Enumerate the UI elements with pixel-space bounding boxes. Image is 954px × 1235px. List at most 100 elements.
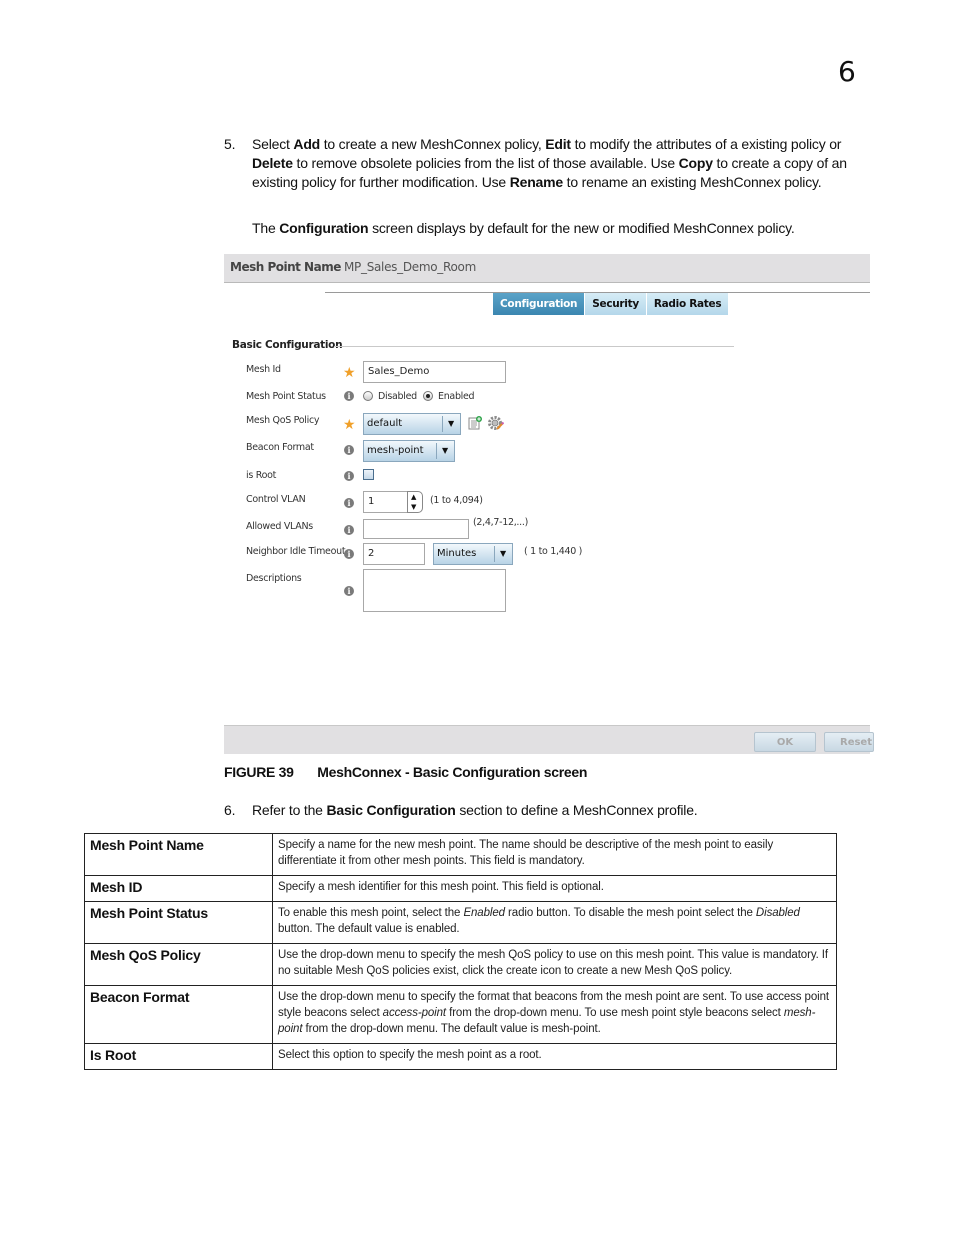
text-run: from the drop-down menu. The default val… [302,1023,601,1035]
table-row: Mesh QoS Policy Use the drop-down menu to… [84,943,837,986]
disabled-radio-label: Disabled [378,391,417,402]
chapter-number: 6 [838,55,856,88]
text-run: Use the drop-down menu to specify the me… [278,949,829,977]
bold-term: Configuration [279,220,369,236]
disabled-radio[interactable] [363,391,373,401]
field-name-cell: Is Root [84,1043,273,1070]
field-description-cell: Use the drop-down menu to specify the fo… [272,985,837,1044]
enabled-radio[interactable] [423,391,433,401]
italic-term: Enabled [463,907,505,919]
chevron-down-icon: ▼ [442,446,449,455]
field-name-cell: Beacon Format [84,985,273,1044]
field-name-cell: Mesh ID [84,875,273,902]
mesh-qos-policy-label: Mesh QoS Policy [246,415,320,426]
info-icon: i [344,525,354,535]
step-5-note: The Configuration screen displays by def… [252,219,872,238]
control-vlan-input[interactable]: 1 [363,491,407,513]
text-run: To enable this mesh point, select the [278,907,464,919]
field-name-cell: Mesh Point Status [84,901,273,944]
mesh-point-name-label: Mesh Point Name [230,260,341,274]
enabled-radio-label: Enabled [438,391,475,402]
table-row: Is Root Select this option to specify the… [84,1043,837,1070]
chevron-down-icon: ▼ [500,549,507,558]
descriptions-textarea[interactable] [363,569,506,612]
bold-term: Basic Configuration [326,802,456,818]
text-run: to modify the attributes of a existing p… [570,136,842,152]
text-run: to rename an existing MeshConnex policy. [562,174,822,190]
info-icon: i [344,391,354,401]
text-run: to create a new MeshConnex policy, [320,136,546,152]
chevron-down-icon: ▼ [448,419,455,428]
step-5-text: Select Add to create a new MeshConnex po… [252,135,870,192]
text-run: Select this option to specify the mesh p… [278,1049,542,1061]
neighbor-idle-timeout-hint: ( 1 to 1,440 ) [524,546,583,557]
mesh-id-input[interactable]: Sales_Demo [363,361,506,383]
timeout-unit-select[interactable]: Minutes ▼ [433,543,513,565]
figure-title: MeshConnex - Basic Configuration screen [317,764,588,780]
descriptions-label: Descriptions [246,573,302,584]
tab-security[interactable]: Security [585,293,647,315]
bold-term: Edit [545,136,571,152]
create-policy-icon[interactable] [468,416,482,430]
is-root-checkbox[interactable] [363,469,374,480]
field-name-cell: Mesh Point Name [84,833,273,876]
section-title: Basic Configuration [232,339,343,351]
figure-caption: FIGURE 39 MeshConnex - Basic Configurati… [224,764,587,780]
beacon-format-value: mesh-point [367,445,424,456]
step-number: 5. [224,136,236,152]
neighbor-idle-timeout-label: Neighbor Idle Timeout [246,546,346,557]
text-run: Specify a mesh identifier for this mesh … [278,881,604,893]
control-vlan-hint: (1 to 4,094) [430,495,483,506]
bold-term: Add [293,136,321,152]
control-vlan-stepper[interactable]: ▲ ▼ [407,491,423,513]
figure-number: FIGURE 39 [224,764,294,780]
info-icon: i [344,586,354,596]
field-description-cell: Specify a mesh identifier for this mesh … [272,875,837,902]
field-description-cell: Use the drop-down menu to specify the me… [272,943,837,986]
text-run: button. The default value is enabled. [278,923,460,935]
mesh-qos-policy-value: default [367,418,403,429]
required-star-icon: ★ [343,365,356,381]
is-root-label: is Root [246,470,277,481]
text-run: Select [252,136,294,152]
table-row: Beacon Format Use the drop-down menu to s… [84,985,837,1044]
field-name-cell: Mesh QoS Policy [84,943,273,986]
action-footer: OK Reset [224,725,874,754]
reset-button[interactable]: Reset [824,732,874,752]
info-icon: i [344,498,354,508]
mesh-point-name-value: MP_Sales_Demo_Room [344,260,476,274]
neighbor-idle-timeout-input[interactable]: 2 [363,543,425,565]
select-separator [436,443,437,459]
beacon-format-label: Beacon Format [246,442,314,453]
table-row: Mesh Point Status To enable this mesh poi… [84,901,837,944]
section-divider [334,346,734,347]
edit-policy-gear-icon[interactable] [488,415,504,431]
required-star-icon: ★ [343,417,356,433]
stepper-down-icon[interactable]: ▼ [411,504,416,511]
text-run: radio button. To disable the mesh point … [504,907,756,919]
text-run: to remove obsolete policies from the lis… [292,155,679,171]
control-vlan-label: Control VLAN [246,494,306,505]
allowed-vlans-input[interactable] [363,519,469,539]
allowed-vlans-hint: (2,4,7-12,...) [473,517,528,528]
ok-button[interactable]: OK [754,732,816,752]
stepper-up-icon[interactable]: ▲ [411,494,416,501]
timeout-unit-value: Minutes [437,548,477,559]
field-description-cell: Select this option to specify the mesh p… [272,1043,837,1070]
tab-configuration[interactable]: Configuration [493,293,586,315]
tab-radio-rates[interactable]: Radio Rates [646,293,730,315]
tab-bar: Configuration Security Radio Rates [493,293,730,316]
text-run: Refer to the [252,802,327,818]
info-icon: i [344,549,354,559]
table-row: Mesh ID Specify a mesh identifier for thi… [84,875,837,902]
field-description-cell: Specify a name for the new mesh point. T… [272,833,837,876]
bold-term: Copy [678,155,713,171]
bold-term: Delete [252,155,293,171]
beacon-format-select[interactable]: mesh-point ▼ [363,440,455,462]
mesh-qos-policy-select[interactable]: default ▼ [363,413,461,435]
italic-term: Disabled [755,907,800,919]
info-icon: i [344,445,354,455]
select-separator [442,416,443,432]
text-run: section to define a MeshConnex profile. [455,802,698,818]
mesh-point-header: Mesh Point Name MP_Sales_Demo_Room [224,254,870,283]
